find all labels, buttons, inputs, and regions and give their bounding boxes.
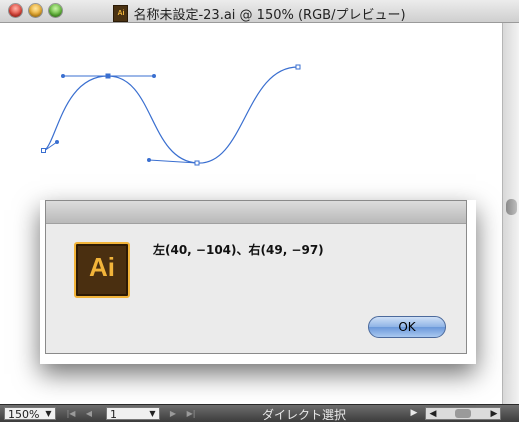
handle-point <box>152 74 156 78</box>
illustrator-icon: Ai <box>74 242 130 298</box>
next-page-icon[interactable]: ▶ <box>166 407 180 420</box>
arrow-left-icon[interactable]: ◀ <box>427 408 439 421</box>
anchor-point <box>41 148 46 153</box>
window-title: 名称未設定-23.ai @ 150% (RGB/プレビュー) <box>133 8 406 23</box>
window-title-group: Ai 名称未設定-23.ai @ 150% (RGB/プレビュー) <box>0 3 519 23</box>
illustrator-document-icon: Ai <box>113 5 129 22</box>
chevron-down-icon[interactable]: ▼ <box>42 407 55 420</box>
anchor-point <box>194 160 200 166</box>
dialog-header <box>46 201 466 224</box>
handle-point <box>61 74 65 78</box>
handle-point <box>55 140 59 144</box>
curve-path <box>43 66 299 164</box>
current-tool-label: ダイレクト選択 <box>262 408 347 422</box>
alert-dialog: Ai 左(40, −104)、右(49, −97) OK <box>45 200 467 354</box>
horizontal-scroll-thumb[interactable] <box>455 409 471 418</box>
arrow-right-icon[interactable]: ▶ <box>488 408 500 421</box>
zoom-level-value: 150% <box>8 408 40 421</box>
handle-point <box>147 158 151 162</box>
first-page-icon[interactable]: |◀ <box>64 407 78 420</box>
ok-button[interactable]: OK <box>368 316 446 338</box>
last-page-icon[interactable]: ▶| <box>184 407 198 420</box>
page-number-value: 1 <box>110 408 117 421</box>
title-bar: Ai 名称未設定-23.ai @ 150% (RGB/プレビュー) <box>0 0 519 23</box>
vertical-scroll-thumb[interactable] <box>506 199 517 215</box>
horizontal-scrollbar[interactable]: ◀ ▶ <box>425 407 501 420</box>
arrow-right-icon[interactable]: ▶ <box>408 407 420 420</box>
anchor-point-selected <box>105 73 111 79</box>
vertical-scrollbar[interactable] <box>502 23 519 404</box>
anchor-point <box>295 64 301 70</box>
prev-page-icon[interactable]: ◀ <box>82 407 96 420</box>
status-bar: 150% ▼ |◀ ◀ 1 ▼ ▶ ▶| ダイレクト選択 ▶ ◀ ▶ <box>0 404 519 422</box>
dialog-message: 左(40, −104)、右(49, −97) <box>153 243 324 257</box>
illustrator-icon-text: Ai <box>89 252 115 282</box>
chevron-down-icon[interactable]: ▼ <box>146 407 159 420</box>
